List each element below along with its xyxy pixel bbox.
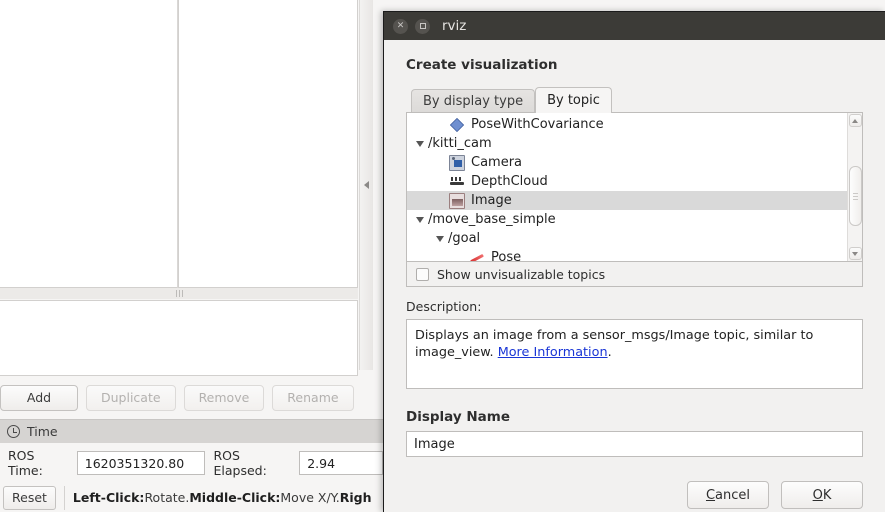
ros-time-field[interactable]: 1620351320.80 — [76, 451, 205, 475]
status-bar: Reset Left-Click: Rotate. Middle-Click: … — [0, 483, 383, 512]
cancel-mnemonic: C — [705, 487, 716, 503]
display-name-input[interactable]: Image — [406, 431, 863, 457]
description-box: Displays an image from a sensor_msgs/Ima… — [406, 319, 863, 389]
ok-button[interactable]: OK — [781, 481, 863, 509]
vertical-splitter[interactable] — [177, 0, 178, 288]
add-button[interactable]: Add — [0, 384, 78, 411]
tree-item-label: DepthCloud — [471, 174, 548, 189]
tree-item-label: /kitti_cam — [428, 136, 492, 151]
topic-tree-scrollbar[interactable] — [847, 113, 862, 261]
ros-time-label: ROS Time: — [8, 448, 43, 478]
tree-item-label: Camera — [471, 155, 523, 170]
chevron-down-icon[interactable] — [416, 140, 424, 147]
remove-button[interactable]: Remove — [183, 384, 265, 411]
description-label: Description: — [406, 299, 482, 314]
tab-by-display-type[interactable]: By display type — [411, 89, 536, 113]
reset-button[interactable]: Reset — [3, 485, 56, 510]
tree-item-camera[interactable]: Camera — [407, 153, 847, 172]
rename-button[interactable]: Rename — [272, 384, 354, 411]
pose-icon — [469, 250, 485, 262]
chevron-down-icon[interactable] — [416, 216, 424, 223]
tree-item-move-base-simple[interactable]: /move_base_simple — [407, 210, 847, 229]
time-panel-header: Time — [0, 419, 383, 443]
scroll-down-icon[interactable] — [848, 247, 862, 260]
tree-item-image[interactable]: Image — [407, 191, 847, 210]
time-fields-row: ROS Time: 1620351320.80 ROS Elapsed: 2.9… — [0, 448, 383, 478]
show-unvisualizable-row[interactable]: Show unvisualizable topics — [406, 262, 863, 287]
tree-item-label: /move_base_simple — [428, 212, 556, 227]
chevron-left-icon — [364, 181, 369, 189]
show-unvisualizable-checkbox[interactable] — [416, 267, 429, 281]
display-name-label: Display Name — [406, 409, 510, 425]
hint-right-click-label: Righ — [339, 490, 372, 505]
duplicate-button[interactable]: Duplicate — [86, 384, 176, 411]
hint-middle-click-label: Middle-Click: — [189, 490, 281, 505]
selection-panel[interactable] — [0, 300, 358, 376]
tree-item-label: /goal — [448, 231, 481, 246]
ros-elapsed-label: ROS Elapsed: — [213, 448, 267, 478]
scrollbar-track[interactable] — [848, 128, 862, 246]
tree-item-label: PoseWithCovariance — [471, 117, 604, 132]
views-panel[interactable] — [178, 0, 358, 288]
time-panel-title: Time — [27, 424, 58, 439]
tree-item-label: Pose — [491, 250, 522, 261]
mouse-hint-text: Left-Click: Rotate. Middle-Click: Move X… — [63, 485, 372, 510]
maximize-icon[interactable] — [415, 18, 430, 34]
description-text-end: . — [607, 345, 612, 360]
hint-middle-click-action: Move X/Y. — [280, 490, 340, 505]
ok-mnemonic: O — [812, 487, 823, 503]
cancel-rest: ancel — [715, 487, 751, 503]
dialog-body: Create visualization By display type By … — [384, 57, 885, 512]
hint-left-click-label: Left-Click: — [72, 490, 145, 505]
more-information-link[interactable]: More Information — [498, 345, 608, 360]
description-text: Displays an image from a sensor_msgs/Ima… — [415, 328, 814, 360]
depth-cloud-icon — [449, 174, 465, 190]
tree-item-goal[interactable]: /goal — [407, 229, 847, 248]
topic-tree[interactable]: PoseWithCovariance /kitti_cam Camera Dep… — [407, 113, 847, 261]
displays-button-row: Add Duplicate Remove Rename — [0, 384, 370, 411]
splitter-grip — [175, 290, 183, 297]
tree-item-kitti-cam[interactable]: /kitti_cam — [407, 134, 847, 153]
camera-icon — [449, 154, 465, 171]
dialog-titlebar[interactable]: ✕ rviz — [384, 12, 885, 40]
horizontal-splitter[interactable] — [0, 288, 358, 299]
panel-collapse-handle[interactable] — [359, 0, 373, 370]
ok-rest: K — [822, 487, 832, 503]
pose-with-covariance-icon — [449, 117, 465, 132]
tree-item-pose[interactable]: Pose — [407, 248, 847, 261]
displays-panel[interactable] — [0, 0, 178, 288]
show-unvisualizable-label: Show unvisualizable topics — [437, 266, 606, 282]
close-icon[interactable]: ✕ — [393, 18, 408, 34]
clock-icon — [7, 425, 20, 438]
image-icon — [449, 192, 465, 209]
dialog-heading: Create visualization — [406, 57, 558, 73]
topic-tree-panel: PoseWithCovariance /kitti_cam Camera Dep… — [406, 112, 863, 262]
scroll-up-icon[interactable] — [848, 114, 862, 127]
tab-bar: By display type By topic — [411, 87, 863, 113]
tree-item-pose-with-covariance[interactable]: PoseWithCovariance — [407, 115, 847, 134]
ros-elapsed-field[interactable]: 2.94 — [299, 451, 383, 475]
dialog-button-row: Cancel OK — [406, 481, 863, 509]
hint-left-click-action: Rotate. — [144, 490, 190, 505]
tree-item-depthcloud[interactable]: DepthCloud — [407, 172, 847, 191]
cancel-button[interactable]: Cancel — [687, 481, 769, 509]
tab-by-topic[interactable]: By topic — [535, 87, 612, 113]
chevron-down-icon[interactable] — [436, 235, 444, 242]
create-visualization-dialog: ✕ rviz Create visualization By display t… — [383, 11, 885, 512]
dialog-window-title: rviz — [442, 18, 467, 34]
scrollbar-thumb[interactable] — [848, 166, 862, 226]
tree-item-label: Image — [471, 193, 512, 208]
